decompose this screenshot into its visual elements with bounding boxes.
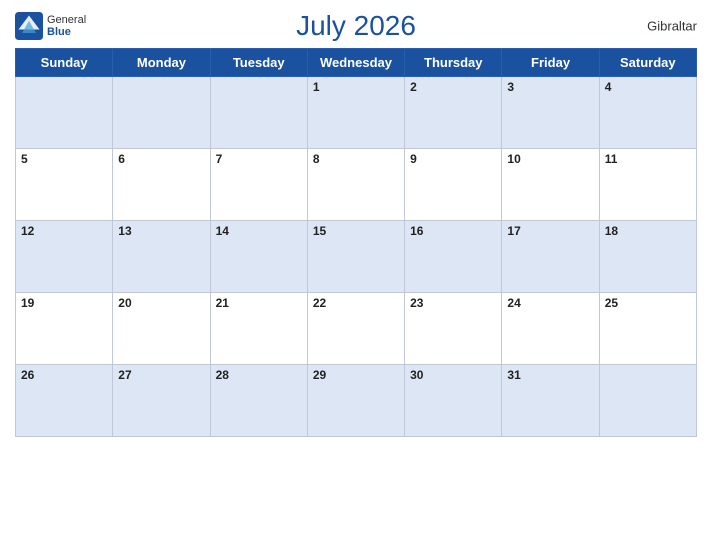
country-label: Gibraltar xyxy=(647,19,697,34)
calendar-week-row: 5 6 7 8 9 10 11 xyxy=(16,149,697,221)
calendar-cell: 25 xyxy=(599,293,696,365)
day-number: 11 xyxy=(605,152,618,166)
calendar-cell: 2 xyxy=(405,77,502,149)
calendar-cell: 30 xyxy=(405,365,502,437)
calendar-cell: 15 xyxy=(307,221,404,293)
calendar-cell: 7 xyxy=(210,149,307,221)
day-number: 2 xyxy=(410,80,417,94)
calendar-cell: 6 xyxy=(113,149,210,221)
calendar-table: Sunday Monday Tuesday Wednesday Thursday… xyxy=(15,48,697,437)
day-number: 8 xyxy=(313,152,320,166)
calendar-cell: 18 xyxy=(599,221,696,293)
day-number: 15 xyxy=(313,224,326,238)
calendar-cell: 31 xyxy=(502,365,599,437)
header-monday: Monday xyxy=(113,49,210,77)
weekday-header-row: Sunday Monday Tuesday Wednesday Thursday… xyxy=(16,49,697,77)
day-number: 30 xyxy=(410,368,423,382)
calendar-cell: 23 xyxy=(405,293,502,365)
header-tuesday: Tuesday xyxy=(210,49,307,77)
day-number: 31 xyxy=(507,368,520,382)
day-number: 29 xyxy=(313,368,326,382)
day-number: 7 xyxy=(216,152,223,166)
day-number: 25 xyxy=(605,296,618,310)
day-number: 18 xyxy=(605,224,618,238)
day-number: 12 xyxy=(21,224,34,238)
calendar-cell: 5 xyxy=(16,149,113,221)
day-number: 26 xyxy=(21,368,34,382)
day-number: 20 xyxy=(118,296,131,310)
header-saturday: Saturday xyxy=(599,49,696,77)
generalblue-logo-icon xyxy=(15,12,43,40)
header-sunday: Sunday xyxy=(16,49,113,77)
calendar-cell xyxy=(599,365,696,437)
logo-blue: Blue xyxy=(47,26,86,38)
header-thursday: Thursday xyxy=(405,49,502,77)
day-number: 17 xyxy=(507,224,520,238)
day-number: 19 xyxy=(21,296,34,310)
calendar-header: General Blue July 2026 Gibraltar xyxy=(15,10,697,42)
day-number: 13 xyxy=(118,224,131,238)
calendar-cell: 13 xyxy=(113,221,210,293)
calendar-cell: 24 xyxy=(502,293,599,365)
logo-text: General Blue xyxy=(47,14,86,38)
day-number: 22 xyxy=(313,296,326,310)
calendar-cell xyxy=(113,77,210,149)
calendar-cell: 17 xyxy=(502,221,599,293)
calendar-cell: 19 xyxy=(16,293,113,365)
calendar-week-row: 26 27 28 29 30 31 xyxy=(16,365,697,437)
logo-area: General Blue xyxy=(15,12,86,40)
calendar-cell: 4 xyxy=(599,77,696,149)
calendar-cell: 22 xyxy=(307,293,404,365)
day-number: 14 xyxy=(216,224,229,238)
calendar-week-row: 19 20 21 22 23 24 25 xyxy=(16,293,697,365)
calendar-cell: 27 xyxy=(113,365,210,437)
calendar-cell xyxy=(16,77,113,149)
day-number: 21 xyxy=(216,296,229,310)
day-number: 1 xyxy=(313,80,320,94)
calendar-cell: 1 xyxy=(307,77,404,149)
calendar-cell xyxy=(210,77,307,149)
calendar-title: July 2026 xyxy=(296,10,416,42)
calendar-wrapper: General Blue July 2026 Gibraltar Sunday … xyxy=(0,0,712,550)
calendar-week-row: 12 13 14 15 16 17 18 xyxy=(16,221,697,293)
day-number: 28 xyxy=(216,368,229,382)
calendar-cell: 28 xyxy=(210,365,307,437)
header-friday: Friday xyxy=(502,49,599,77)
day-number: 23 xyxy=(410,296,423,310)
calendar-cell: 11 xyxy=(599,149,696,221)
day-number: 9 xyxy=(410,152,417,166)
day-number: 24 xyxy=(507,296,520,310)
header-wednesday: Wednesday xyxy=(307,49,404,77)
day-number: 4 xyxy=(605,80,612,94)
calendar-cell: 9 xyxy=(405,149,502,221)
day-number: 3 xyxy=(507,80,514,94)
calendar-cell: 12 xyxy=(16,221,113,293)
calendar-cell: 26 xyxy=(16,365,113,437)
calendar-cell: 10 xyxy=(502,149,599,221)
calendar-cell: 16 xyxy=(405,221,502,293)
calendar-cell: 14 xyxy=(210,221,307,293)
calendar-cell: 8 xyxy=(307,149,404,221)
calendar-cell: 3 xyxy=(502,77,599,149)
day-number: 5 xyxy=(21,152,28,166)
logo-general: General xyxy=(47,14,86,26)
day-number: 10 xyxy=(507,152,520,166)
calendar-cell: 21 xyxy=(210,293,307,365)
day-number: 16 xyxy=(410,224,423,238)
calendar-cell: 20 xyxy=(113,293,210,365)
calendar-cell: 29 xyxy=(307,365,404,437)
day-number: 27 xyxy=(118,368,131,382)
calendar-week-row: 1 2 3 4 xyxy=(16,77,697,149)
day-number: 6 xyxy=(118,152,125,166)
